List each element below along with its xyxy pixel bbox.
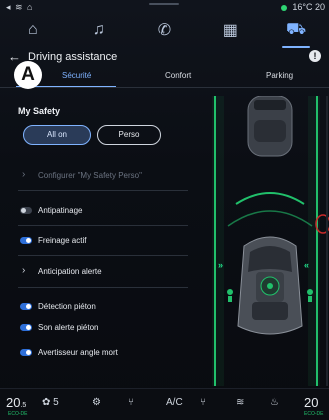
tab-securite[interactable]: Sécurité — [62, 71, 91, 80]
clock: 20 — [314, 2, 325, 12]
callout-marker: A — [14, 61, 42, 89]
page-title: Driving assistance — [28, 51, 118, 63]
settings-panel: My Safety All on Perso › Configurer "My … — [0, 96, 205, 366]
outside-temperature: 16°C — [292, 2, 313, 12]
chevron-right-icon: › — [22, 169, 26, 180]
pull-down-handle[interactable] — [149, 3, 179, 5]
bottom-bar: 20.5 ECO-DE ✿ 5 ⚙ ⑂ A/C ⑂ ≋ ♨ 20 ECO-DE — [0, 388, 329, 420]
freinage-actif-label: Freinage actif — [38, 236, 87, 245]
car-scene: » « — [218, 96, 329, 335]
nav-music-button[interactable]: ♫ — [79, 18, 119, 42]
top-nav: ⌂ ♫ ✆ ▦ ⛟ — [0, 14, 329, 48]
seat-right-icon: ⑂ — [200, 397, 206, 408]
detection-pieton-label: Détection piéton — [38, 302, 96, 311]
seat-icon: ⑂ — [128, 397, 134, 408]
eco-label-left: ECO-DE — [8, 411, 28, 417]
status-icons: ◂ ≋ ⌂ — [6, 2, 34, 12]
eco-label-right: ECO-DE — [304, 411, 324, 417]
pedestrian-icon — [307, 289, 313, 295]
left-temperature[interactable]: 20.5 — [6, 395, 26, 410]
lead-vehicle-icon — [247, 96, 293, 157]
music-icon: ♫ — [92, 21, 105, 38]
defrost-icon: ≋ — [236, 397, 245, 408]
right-chevron-icon: « — [304, 260, 309, 270]
divider — [18, 190, 188, 191]
scrollbar[interactable] — [326, 96, 328, 386]
antipatinage-toggle[interactable] — [20, 207, 32, 214]
status-dot-icon — [280, 4, 287, 11]
configure-my-safety-row[interactable]: › Configurer "My Safety Perso" — [18, 165, 196, 187]
steering-heat-icon: ♨ — [270, 397, 279, 408]
anticipation-alerte-row[interactable]: › Anticipation alerte — [18, 261, 196, 283]
avertisseur-angle-mort-label: Avertisseur angle mort — [38, 348, 118, 357]
freinage-actif-toggle[interactable] — [20, 237, 32, 244]
configure-my-safety-label: Configurer "My Safety Perso" — [38, 171, 142, 180]
fan-speed: 5 — [53, 397, 59, 408]
nav-home-button[interactable]: ⌂ — [13, 18, 53, 42]
screen: ◂ ≋ ⌂ 16°C 20 ⌂ ♫ ✆ ▦ ⛟ ← Driving assist… — [0, 0, 329, 420]
left-temperature-decimal: .5 — [20, 402, 27, 409]
ac-button[interactable]: A/C — [166, 397, 183, 408]
all-on-button[interactable]: All on — [23, 125, 91, 145]
seat-heat-icon: ⚙ — [92, 397, 101, 408]
status-right: 16°C 20 — [280, 2, 325, 12]
avertisseur-angle-mort-toggle[interactable] — [20, 349, 32, 356]
nav-car-button[interactable]: ⛟ — [276, 18, 316, 48]
perso-button[interactable]: Perso — [97, 125, 161, 145]
anticipation-alerte-label: Anticipation alerte — [38, 267, 102, 276]
son-alerte-pieton-label: Son alerte piéton — [38, 323, 99, 332]
defrost-button[interactable]: ≋ — [236, 397, 244, 408]
back-button[interactable]: ← — [8, 49, 21, 64]
tab-divider — [0, 87, 329, 88]
section-title-my-safety: My Safety — [18, 106, 61, 116]
title-row: ← Driving assistance ! — [0, 48, 329, 66]
tab-confort[interactable]: Confort — [165, 71, 191, 80]
tab-parking[interactable]: Parking — [266, 71, 293, 80]
detection-pieton-toggle[interactable] — [20, 303, 32, 310]
divider — [18, 255, 188, 256]
son-alerte-pieton-toggle[interactable] — [20, 324, 32, 331]
antipatinage-label: Antipatinage — [38, 206, 83, 215]
steering-heat-button[interactable]: ♨ — [270, 397, 279, 408]
divider — [18, 287, 188, 288]
info-icon[interactable]: ! — [309, 50, 321, 62]
avertisseur-angle-mort-row[interactable]: Avertisseur angle mort — [18, 342, 196, 364]
home-icon: ⌂ — [28, 21, 38, 38]
pedestrian-icon — [227, 289, 233, 295]
detection-pieton-row[interactable]: Détection piéton — [18, 296, 196, 318]
divider — [18, 225, 188, 226]
left-temperature-value: 20 — [6, 395, 21, 410]
car-icon: ⛟ — [286, 21, 307, 38]
right-temperature[interactable]: 20 — [304, 395, 318, 410]
nav-phone-button[interactable]: ✆ — [144, 18, 184, 42]
driving-assistance-visualization: » « — [208, 96, 329, 386]
nav-apps-button[interactable]: ▦ — [210, 18, 250, 42]
apps-icon: ▦ — [222, 22, 238, 39]
seat-right-button[interactable]: ⑂ — [200, 397, 206, 408]
seat-heat-button[interactable]: ⚙ — [92, 397, 101, 408]
left-chevron-icon: » — [218, 260, 223, 270]
antipatinage-row[interactable]: Antipatinage — [18, 200, 196, 222]
fan-icon: ✿ — [42, 397, 51, 408]
freinage-actif-row[interactable]: Freinage actif — [18, 230, 196, 252]
fan-button[interactable]: ✿ 5 — [42, 397, 59, 408]
seat-button[interactable]: ⑂ — [128, 397, 134, 408]
ego-vehicle-icon — [237, 236, 303, 335]
phone-icon: ✆ — [157, 22, 172, 39]
chevron-right-icon: › — [22, 265, 26, 276]
tab-bar: Sécurité Confort Parking — [0, 66, 329, 88]
son-alerte-pieton-row[interactable]: Son alerte piéton — [18, 317, 196, 339]
